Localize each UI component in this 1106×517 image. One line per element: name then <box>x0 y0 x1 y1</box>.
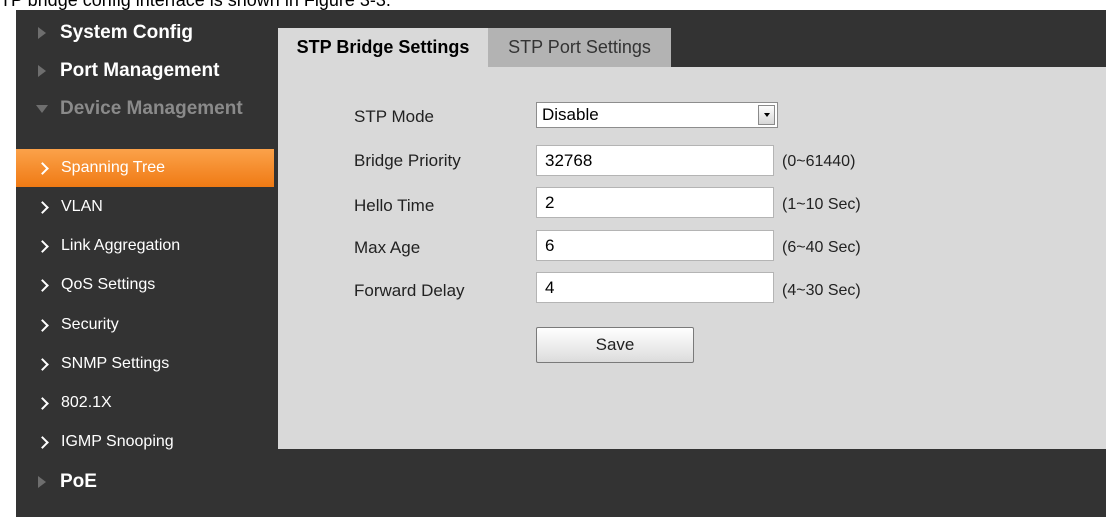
forward-delay-range: (4~30 Sec) <box>782 282 861 299</box>
tab-stp-bridge-settings[interactable]: STP Bridge Settings <box>278 28 488 67</box>
chevron-right-icon <box>36 161 49 175</box>
sidebar-section-poe[interactable]: PoE <box>16 463 278 501</box>
sidebar-item-label: IGMP Snooping <box>61 433 174 450</box>
sidebar-item-label: SNMP Settings <box>61 355 170 372</box>
sidebar-section-system-config[interactable]: System Config <box>16 14 278 52</box>
sidebar-item-spanning-tree[interactable]: Spanning Tree <box>16 149 274 187</box>
triangle-down-icon <box>36 105 48 113</box>
chevron-right-icon <box>36 200 49 214</box>
sidebar-section-label: Port Management <box>60 60 220 81</box>
forward-delay-label: Forward Delay <box>354 281 465 300</box>
sidebar-item-label: QoS Settings <box>61 276 156 293</box>
chevron-right-icon <box>36 435 49 449</box>
sidebar-item-label: Security <box>61 316 119 333</box>
hello-time-label: Hello Time <box>354 196 435 215</box>
sidebar-item-link-aggregation[interactable]: Link Aggregation <box>16 227 274 265</box>
sidebar-section-label: PoE <box>60 471 97 492</box>
max-age-input[interactable]: 6 <box>536 230 774 261</box>
bridge-priority-range: (0~61440) <box>782 153 856 170</box>
sidebar-section-label: Device Management <box>60 98 243 119</box>
stp-mode-value: Disable <box>542 105 599 124</box>
max-age-range: (6~40 Sec) <box>782 239 861 256</box>
triangle-right-icon <box>38 27 46 39</box>
save-button[interactable]: Save <box>536 327 694 363</box>
sidebar-item-label: VLAN <box>61 198 103 215</box>
sidebar-item-igmp-snooping[interactable]: IGMP Snooping <box>16 423 274 461</box>
sidebar-item-label: Link Aggregation <box>61 237 181 254</box>
max-age-label: Max Age <box>354 238 421 257</box>
bridge-priority-label: Bridge Priority <box>354 151 461 170</box>
chevron-down-icon[interactable] <box>758 105 775 125</box>
chevron-right-icon <box>36 357 49 371</box>
sidebar-item-security[interactable]: Security <box>16 306 274 344</box>
sidebar-item-snmp-settings[interactable]: SNMP Settings <box>16 345 274 383</box>
app-frame: System Config Port Management Device Man… <box>16 10 1106 517</box>
hello-time-input[interactable]: 2 <box>536 187 774 218</box>
chevron-right-icon <box>36 318 49 332</box>
sidebar-section-port-management[interactable]: Port Management <box>16 52 278 90</box>
stp-mode-label: STP Mode <box>354 107 435 126</box>
document-caption: TP bridge config interface is shown in F… <box>0 0 391 10</box>
stp-mode-select[interactable]: Disable <box>536 102 778 128</box>
sidebar: System Config Port Management Device Man… <box>16 10 278 517</box>
sidebar-item-label: Spanning Tree <box>61 159 166 176</box>
bridge-priority-input[interactable]: 32768 <box>536 145 774 176</box>
sidebar-section-device-management[interactable]: Device Management <box>16 90 278 128</box>
chevron-right-icon <box>36 396 49 410</box>
sidebar-item-label: 802.1X <box>61 394 112 411</box>
triangle-right-icon <box>38 476 46 488</box>
hello-time-range: (1~10 Sec) <box>782 196 861 213</box>
sidebar-item-vlan[interactable]: VLAN <box>16 188 274 226</box>
forward-delay-input[interactable]: 4 <box>536 272 774 303</box>
tab-stp-port-settings[interactable]: STP Port Settings <box>488 28 671 67</box>
sidebar-section-label: System Config <box>60 22 194 43</box>
chevron-right-icon <box>36 278 49 292</box>
tab-bar: STP Bridge Settings STP Port Settings <box>278 10 1106 67</box>
triangle-right-icon <box>38 65 46 77</box>
chevron-right-icon <box>36 239 49 253</box>
sidebar-item-8021x[interactable]: 802.1X <box>16 384 274 422</box>
sidebar-item-qos-settings[interactable]: QoS Settings <box>16 266 274 304</box>
